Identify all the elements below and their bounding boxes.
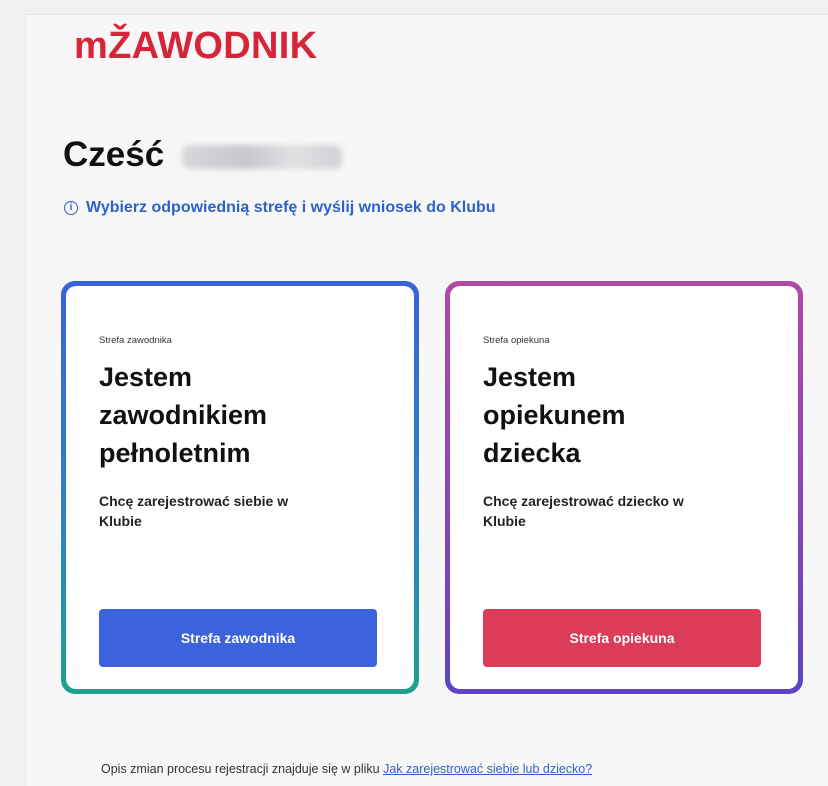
guardian-card-description: Chcę zarejestrować dziecko w Klubie xyxy=(483,493,684,529)
info-icon: i xyxy=(64,201,78,215)
blurred-user-name xyxy=(182,145,343,169)
hint-text: Wybierz odpowiednią strefę i wyślij wnio… xyxy=(86,199,496,216)
greeting: Cześć xyxy=(63,135,343,175)
guardian-zone-card: Strefa opiekuna Jestem opiekunem dziecka… xyxy=(445,281,803,694)
guardian-card-title: Jestem opiekunem dziecka xyxy=(483,362,626,468)
athlete-card-description: Chcę zarejestrować siebie w Klubie xyxy=(99,493,289,529)
registration-help-link[interactable]: Jak zarejestrować siebie lub dziecko? xyxy=(383,762,592,776)
guardian-zone-button[interactable]: Strefa opiekuna xyxy=(483,609,761,667)
guardian-card-tag: Strefa opiekuna xyxy=(483,335,550,346)
athlete-card-title: Jestem zawodnikiem pełnoletnim xyxy=(99,362,268,468)
athlete-zone-card: Strefa zawodnika Jestem zawodnikiem pełn… xyxy=(61,281,419,694)
info-hint: i Wybierz odpowiednią strefę i wyślij wn… xyxy=(64,199,496,217)
athlete-zone-button[interactable]: Strefa zawodnika xyxy=(99,609,377,667)
guardian-card-body: Strefa opiekuna Jestem opiekunem dziecka… xyxy=(450,286,798,689)
brand-logo[interactable]: mŽAWODNIK xyxy=(74,25,317,68)
footer-note: Opis zmian procesu rejestracji znajduje … xyxy=(101,762,592,776)
athlete-card-tag: Strefa zawodnika xyxy=(99,335,172,346)
footer-text: Opis zmian procesu rejestracji znajduje … xyxy=(101,762,380,776)
greeting-word: Cześć xyxy=(63,135,165,174)
athlete-card-body: Strefa zawodnika Jestem zawodnikiem pełn… xyxy=(66,286,414,689)
main-page: mŽAWODNIK Cześć i Wybierz odpowiednią st… xyxy=(25,14,828,786)
